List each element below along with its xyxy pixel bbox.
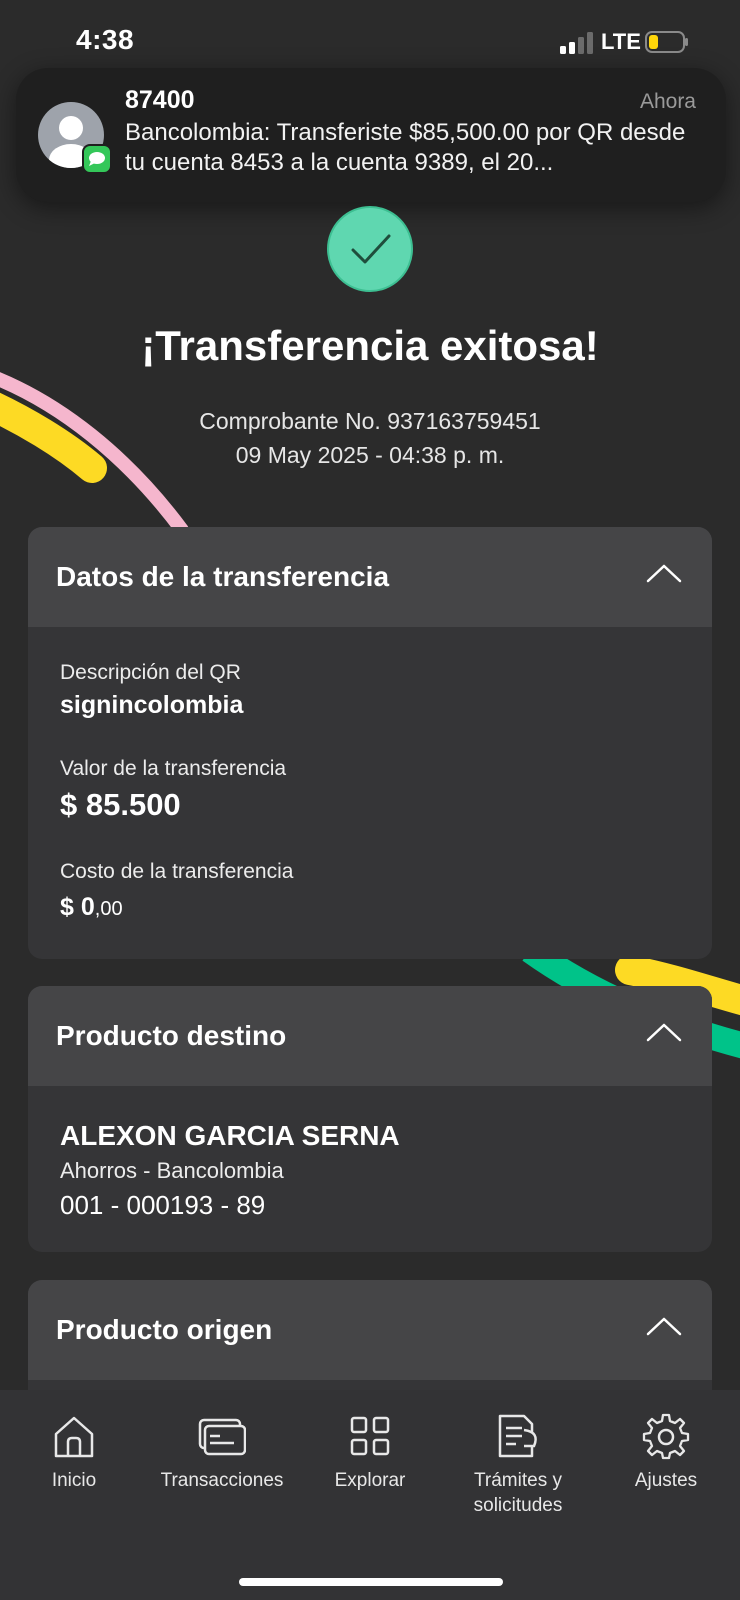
screen: 4:38 LTE 87400 Ahora Bancolombia: Transf… xyxy=(0,0,740,1600)
qr-description-label: Descripción del QR xyxy=(60,661,241,684)
card-title: Producto destino xyxy=(56,1020,287,1051)
nav-label: Inicio xyxy=(51,1470,97,1491)
status-time: 4:38 xyxy=(76,24,135,55)
nav-item-tramites[interactable]: Trámites y solicitudes xyxy=(444,1412,592,1532)
cost-value: $ 0,00 xyxy=(60,893,123,922)
nav-item-transacciones[interactable]: Transacciones xyxy=(148,1412,296,1532)
origin-product-header[interactable]: Producto origen xyxy=(28,1280,712,1380)
notification-time: Ahora xyxy=(639,90,696,113)
nav-label: Explorar xyxy=(334,1470,406,1491)
nav-label: Transacciones xyxy=(160,1470,284,1491)
cost-whole: $ 0 xyxy=(60,893,95,921)
messages-app-icon xyxy=(82,144,112,174)
chevron-up-icon[interactable] xyxy=(644,1018,684,1048)
cost-label: Costo de la transferencia xyxy=(60,860,294,883)
transfer-datetime: 09 May 2025 - 04:38 p. m. xyxy=(235,442,505,468)
transfer-details-header[interactable]: Datos de la transferencia xyxy=(28,527,712,627)
success-check-icon xyxy=(327,206,413,292)
recipient-name: ALEXON GARCIA SERNA xyxy=(60,1120,400,1151)
amount-value: $ 85.500 xyxy=(60,787,181,822)
home-indicator[interactable] xyxy=(239,1578,503,1586)
nav-label: Ajustes xyxy=(634,1470,698,1491)
destination-product-header[interactable]: Producto destino xyxy=(28,986,712,1086)
signal-icon xyxy=(560,32,593,54)
account-type: Ahorros - Bancolombia xyxy=(60,1158,284,1183)
chevron-up-icon[interactable] xyxy=(644,1312,684,1342)
cost-cents: ,00 xyxy=(94,898,123,920)
nav-item-explorar[interactable]: Explorar xyxy=(296,1412,444,1532)
home-icon xyxy=(54,1416,94,1458)
amount-label: Valor de la transferencia xyxy=(60,757,287,780)
nav-item-inicio[interactable]: Inicio xyxy=(0,1412,148,1532)
bottom-navigation: Inicio Transacciones Explorar Trámites y… xyxy=(0,1390,740,1600)
nav-label: Trámites y solicitudes xyxy=(473,1470,563,1516)
notification-body: Bancolombia: Transferiste $85,500.00 por… xyxy=(125,119,686,176)
notification-sender: 87400 xyxy=(125,86,195,114)
gear-icon xyxy=(642,1413,690,1460)
qr-description-value: signincolombia xyxy=(60,691,244,719)
card-title: Datos de la transferencia xyxy=(56,561,390,592)
grid-icon xyxy=(350,1416,390,1456)
card-icon xyxy=(198,1418,246,1456)
battery-icon xyxy=(645,31,688,53)
network-type: LTE xyxy=(601,29,641,54)
receipt-number: Comprobante No. 937163759451 xyxy=(199,408,541,434)
transfer-details-card: Datos de la transferencia Descripción de… xyxy=(28,527,712,959)
card-title: Producto origen xyxy=(56,1314,273,1345)
account-number: 001 - 000193 - 89 xyxy=(60,1190,266,1220)
chevron-up-icon[interactable] xyxy=(644,559,684,589)
nav-item-ajustes[interactable]: Ajustes xyxy=(592,1412,740,1532)
sms-notification[interactable]: 87400 Ahora Bancolombia: Transferiste $8… xyxy=(16,68,726,202)
document-icon xyxy=(498,1414,537,1458)
page-title: ¡Transferencia exitosa! xyxy=(141,322,599,369)
destination-product-card: Producto destino ALEXON GARCIA SERNA Aho… xyxy=(28,986,712,1252)
